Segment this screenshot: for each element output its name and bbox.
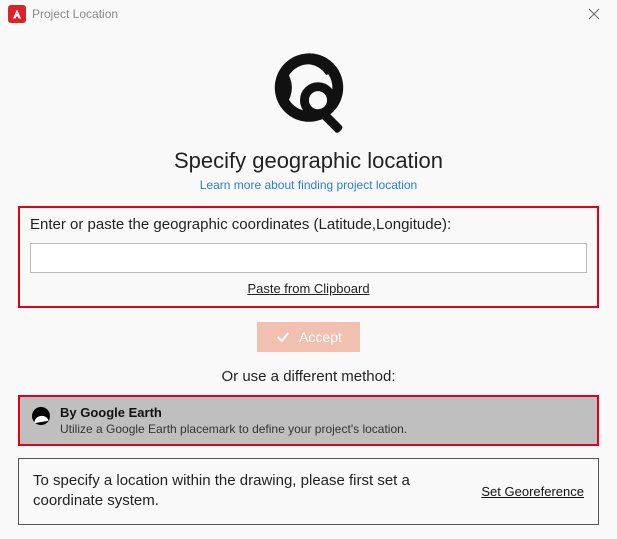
window-title: Project Location xyxy=(32,7,118,21)
title-bar: Project Location xyxy=(0,0,617,28)
alternative-method-label: Or use a different method: xyxy=(18,368,599,385)
dialog-heading: Specify geographic location xyxy=(18,148,599,174)
method-google-earth-desc: Utilize a Google Earth placemark to defi… xyxy=(60,422,407,436)
dialog-body: Specify geographic location Learn more a… xyxy=(0,28,617,539)
paste-from-clipboard-link[interactable]: Paste from Clipboard xyxy=(30,281,587,296)
method-google-earth-title: By Google Earth xyxy=(60,405,407,420)
accept-button-label: Accept xyxy=(299,329,342,345)
app-icon xyxy=(8,5,26,23)
learn-more-link[interactable]: Learn more about finding project locatio… xyxy=(200,178,417,192)
coordinates-input[interactable] xyxy=(30,243,587,273)
georeference-section: To specify a location within the drawing… xyxy=(18,458,599,525)
accept-button[interactable]: Accept xyxy=(257,322,360,352)
set-georeference-link[interactable]: Set Georeference xyxy=(481,484,584,499)
method-google-earth[interactable]: By Google Earth Utilize a Google Earth p… xyxy=(18,395,599,446)
globe-search-icon xyxy=(264,48,354,138)
google-earth-icon xyxy=(32,407,50,425)
dialog-project-location: Project Location Specify geographic loca… xyxy=(0,0,617,536)
georeference-message: To specify a location within the drawing… xyxy=(33,471,467,512)
coordinates-section: Enter or paste the geographic coordinate… xyxy=(18,206,599,308)
coordinates-prompt: Enter or paste the geographic coordinate… xyxy=(30,216,587,233)
checkmark-icon xyxy=(275,329,291,345)
close-icon xyxy=(588,8,600,20)
close-button[interactable] xyxy=(579,0,609,28)
